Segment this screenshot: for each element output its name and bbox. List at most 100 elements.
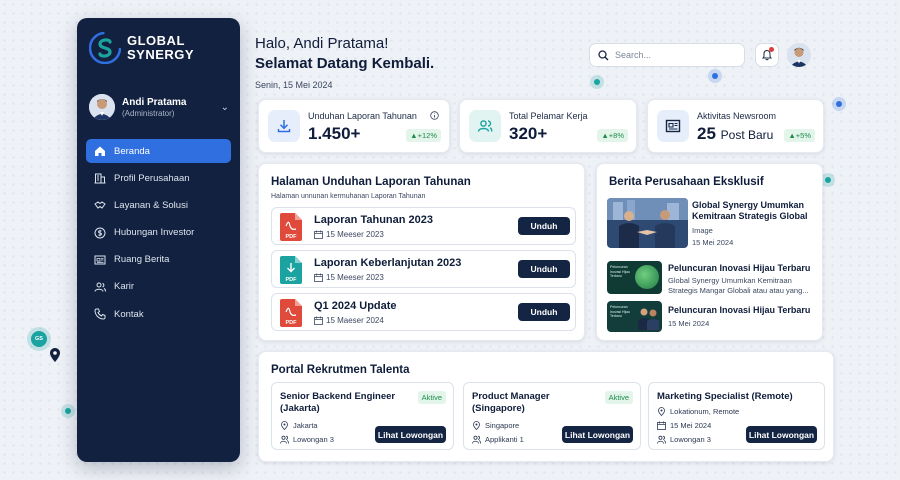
stat-change: +12% (417, 131, 437, 140)
stat-label: Unduhan Laporan Tahunan (308, 111, 417, 121)
users-icon (280, 435, 289, 444)
job-title[interactable]: Senior Backend Engineer (Jakarta) (280, 391, 395, 415)
job-title-line: Senior Backend Engineer (280, 391, 396, 402)
calendar-icon (314, 273, 323, 282)
sidebar: GLOBAL SYNERGY Andi Pratama (Administrat… (77, 18, 240, 462)
thumbnail-caption: Peluncuran Inovasi Hijau Terbaru (610, 305, 631, 318)
report-date-row: 15 Meeser 2023 (314, 273, 384, 282)
job-applicants-text: Applikanti 1 (485, 435, 524, 444)
map-dot (65, 408, 71, 414)
map-dot (836, 101, 842, 107)
news-title[interactable]: Global Synergy Umumkan Kemitraan Strateg… (692, 200, 818, 222)
download-button[interactable]: Unduh (518, 303, 570, 321)
job-title[interactable]: Product Manager (Singapore) (472, 391, 550, 415)
file-type-label: PDF (286, 277, 298, 283)
report-date: 15 Meeser 2023 (326, 273, 384, 282)
user-profile-switcher[interactable]: Andi Pratama (Administrator) ⌄ (89, 94, 229, 120)
chevron-down-icon[interactable]: ⌄ (221, 102, 229, 113)
section-subtitle: Halaman unnunan kermuhanan Laporan Tahun… (271, 193, 426, 200)
map-dot (712, 73, 718, 79)
sidebar-item-hubungan-investor[interactable]: Hubungan Investor (86, 221, 231, 245)
sidebar-item-ruang-berita[interactable]: Ruang Berita (86, 248, 231, 272)
download-button[interactable]: Unduh (518, 260, 570, 278)
job-card: Marketing Specialist (Remote) Lokationum… (648, 382, 825, 450)
report-item: PDF Laporan Tahunan 2023 15 Meeser 2023 … (271, 207, 576, 245)
greeting-header: Halo, Andi Pratama! Selamat Datang Kemba… (255, 35, 434, 90)
brand-name: GLOBAL SYNERGY (127, 34, 194, 62)
sidebar-item-profil-perusahaan[interactable]: Profil Perusahaan (86, 166, 231, 190)
map-marker-badge: GS (31, 331, 47, 347)
sidebar-item-layanan-solusi[interactable]: Layanan & Solusi (86, 193, 231, 217)
news-thumbnail-meeting[interactable]: Peluncuran Inovasi Hijau Terbaru (607, 301, 662, 332)
location-pin-icon (473, 421, 480, 430)
building-icon (94, 173, 106, 184)
sidebar-item-label: Hubungan Investor (114, 227, 195, 239)
job-date: 15 Mei 2024 (657, 421, 711, 430)
calendar-icon (657, 421, 666, 430)
job-title[interactable]: Marketing Specialist (Remote) (657, 391, 793, 403)
view-vacancy-button[interactable]: Lihat Lowongan (562, 426, 633, 443)
job-title-line: Marketing Specialist (Remote) (657, 391, 793, 402)
location-pin-icon (50, 348, 60, 362)
job-location: Jakarta (280, 421, 318, 430)
job-openings: Lowongan 3 (280, 435, 334, 444)
exclusive-news: Berita Perusahaan Eksklusif Global Syner… (596, 163, 823, 341)
search-input[interactable] (615, 50, 725, 60)
current-date: Senin, 15 Mei 2024 (255, 80, 333, 90)
job-card: Product Manager (Singapore) Aktive Singap… (463, 382, 641, 450)
stat-change: +8% (608, 131, 624, 140)
notification-dot (769, 47, 774, 52)
view-vacancy-button[interactable]: Lihat Lowongan (375, 426, 446, 443)
stat-label: Aktivitas Newsroom (697, 111, 777, 121)
sidebar-item-beranda[interactable]: Beranda (86, 139, 231, 163)
location-pin-icon (281, 421, 288, 430)
download-button[interactable]: Unduh (518, 217, 570, 235)
brand[interactable]: GLOBAL SYNERGY (89, 32, 194, 64)
sidebar-item-kontak[interactable]: Kontak (86, 302, 231, 326)
stat-value: 1.450+ (308, 124, 361, 143)
thumbnail-caption: Peluncuran Inovasi Hijau Terbaru (610, 265, 631, 278)
avatar[interactable] (787, 43, 811, 67)
map-dot (594, 79, 600, 85)
report-title: Q1 2024 Update (314, 300, 397, 312)
stat-change: +5% (795, 131, 811, 140)
sidebar-item-label: Ruang Berita (114, 254, 170, 266)
view-vacancy-button[interactable]: Lihat Lowongan (746, 426, 817, 443)
section-title: Portal Rekrutmen Talenta (271, 364, 410, 376)
info-icon[interactable] (430, 111, 439, 120)
news-image-handshake[interactable] (607, 198, 688, 248)
download-icon (268, 110, 300, 142)
job-card: Senior Backend Engineer (Jakarta) Aktive … (271, 382, 454, 450)
location-pin-icon (658, 407, 665, 416)
news-title[interactable]: Peluncuran Inovasi Hijau Terbaru (668, 263, 820, 274)
section-title: Berita Perusahaan Eksklusif (609, 176, 764, 188)
greeting-welcome: Selamat Datang Kembali. (255, 55, 435, 72)
calendar-icon (314, 316, 323, 325)
brand-logo-icon (89, 32, 121, 64)
stat-value: 25 Post Baru (697, 124, 773, 144)
notification-button[interactable] (755, 43, 779, 67)
map-dot (825, 177, 831, 183)
news-title[interactable]: Peluncuran Inovasi Hijau Terbaru (668, 305, 820, 316)
users-icon (657, 435, 666, 444)
sidebar-item-karir[interactable]: Karir (86, 275, 231, 299)
report-date-row: 15 Maeser 2024 (314, 316, 384, 325)
status-badge: Aktive (417, 391, 446, 404)
newspaper-icon (657, 110, 689, 142)
calendar-icon (314, 230, 323, 239)
phone-icon (94, 308, 106, 320)
job-openings-text: Lowongan 3 (670, 435, 711, 444)
search-box[interactable] (589, 43, 745, 67)
job-openings-text: Lowongan 3 (293, 435, 334, 444)
annual-report-downloads: Halaman Unduhan Laporan Tahunan Halaman … (258, 163, 585, 341)
stat-label: Total Pelamar Kerja (509, 111, 588, 121)
news-thumbnail-green[interactable]: Peluncuran Inovasi Hijau Terbaru (607, 261, 662, 294)
job-location: Singapore (472, 421, 519, 430)
sidebar-item-label: Beranda (114, 145, 150, 157)
brand-line-1: GLOBAL (127, 33, 185, 48)
report-date-row: 15 Meeser 2023 (314, 230, 384, 239)
news-date: 15 Mei 2024 (692, 238, 734, 247)
status-badge: Aktive (604, 391, 633, 404)
people-photo (638, 308, 659, 330)
news-date: 15 Mei 2024 (668, 319, 710, 328)
